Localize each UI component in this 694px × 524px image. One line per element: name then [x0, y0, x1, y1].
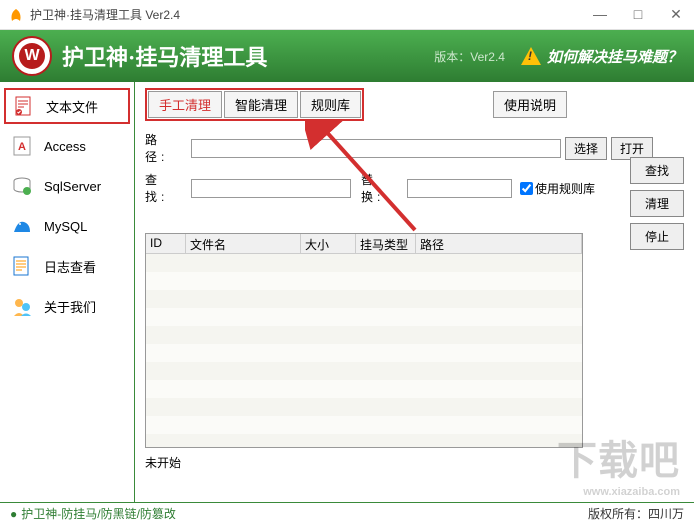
- log-icon: [10, 254, 34, 278]
- find-input[interactable]: [191, 179, 351, 198]
- path-input[interactable]: [191, 139, 561, 158]
- close-button[interactable]: ✕: [666, 6, 686, 23]
- shield-icon: W: [12, 36, 52, 76]
- tabs-highlighted: 手工清理 智能清理 规则库: [145, 88, 364, 121]
- search-button[interactable]: 查找: [630, 157, 684, 184]
- path-label: 路 径:: [145, 131, 191, 165]
- tab-rules[interactable]: 规则库: [300, 91, 361, 118]
- footer-link[interactable]: 护卫神-防挂马/防黑链/防篡改: [21, 505, 176, 522]
- sidebar-item-about[interactable]: 关于我们: [4, 288, 130, 324]
- use-rules-checkbox[interactable]: 使用规则库: [520, 180, 595, 197]
- replace-input[interactable]: [407, 179, 512, 198]
- sidebar: 文本文件 A Access SqlServer MySQL 日志查看 关于我们: [0, 82, 135, 502]
- replace-label: 替 换:: [361, 171, 407, 205]
- results-table: ID 文件名 大小 挂马类型 路径: [145, 233, 583, 448]
- status-label: 未开始: [145, 454, 684, 471]
- col-path[interactable]: 路径: [416, 234, 582, 253]
- footer: ● 护卫神-防挂马/防黑链/防篡改 版权所有：四川万: [0, 502, 694, 524]
- col-type[interactable]: 挂马类型: [356, 234, 416, 253]
- copyright: 版权所有：四川万: [588, 505, 684, 522]
- clean-button[interactable]: 清理: [630, 190, 684, 217]
- path-row: 路 径: 选择 打开: [145, 131, 684, 165]
- titlebar: 护卫神·挂马清理工具 Ver2.4 — □ ✕: [0, 0, 694, 30]
- mysql-icon: [10, 214, 34, 238]
- header: W 护卫神·挂马清理工具 版本：Ver2.4 如何解决挂马难题？: [0, 30, 694, 82]
- document-icon: [12, 94, 36, 118]
- tab-manual[interactable]: 手工清理: [148, 91, 222, 118]
- minimize-button[interactable]: —: [590, 6, 610, 23]
- col-size[interactable]: 大小: [301, 234, 356, 253]
- sidebar-item-sqlserver[interactable]: SqlServer: [4, 168, 130, 204]
- table-body[interactable]: [146, 254, 582, 448]
- find-label: 查 找:: [145, 171, 191, 205]
- sidebar-item-access[interactable]: A Access: [4, 128, 130, 164]
- warning-icon: [521, 47, 541, 65]
- main-panel: 手工清理 智能清理 规则库 使用说明 路 径: 选择 打开 查 找: 替 换: …: [135, 82, 694, 502]
- use-rules-check[interactable]: [520, 182, 533, 195]
- select-button[interactable]: 选择: [565, 137, 607, 160]
- about-icon: [10, 294, 34, 318]
- col-id[interactable]: ID: [146, 234, 186, 253]
- window-controls: — □ ✕: [590, 6, 686, 23]
- sqlserver-icon: [10, 174, 34, 198]
- access-icon: A: [10, 134, 34, 158]
- version-label: 版本：Ver2.4: [434, 48, 505, 65]
- tab-help[interactable]: 使用说明: [493, 91, 567, 118]
- col-filename[interactable]: 文件名: [186, 234, 301, 253]
- svg-text:A: A: [18, 141, 26, 153]
- action-buttons: 查找 清理 停止: [630, 157, 684, 250]
- find-row: 查 找: 替 换: 使用规则库: [145, 171, 655, 205]
- warning-link[interactable]: 如何解决挂马难题？: [521, 46, 682, 67]
- sidebar-item-logs[interactable]: 日志查看: [4, 248, 130, 284]
- stop-button[interactable]: 停止: [630, 223, 684, 250]
- maximize-button[interactable]: □: [628, 6, 648, 23]
- app-icon: [8, 7, 24, 23]
- sidebar-item-text-files[interactable]: 文本文件: [4, 88, 130, 124]
- window-title: 护卫神·挂马清理工具 Ver2.4: [30, 6, 590, 23]
- app-title: 护卫神·挂马清理工具: [62, 40, 434, 72]
- sidebar-item-mysql[interactable]: MySQL: [4, 208, 130, 244]
- tab-smart[interactable]: 智能清理: [224, 91, 298, 118]
